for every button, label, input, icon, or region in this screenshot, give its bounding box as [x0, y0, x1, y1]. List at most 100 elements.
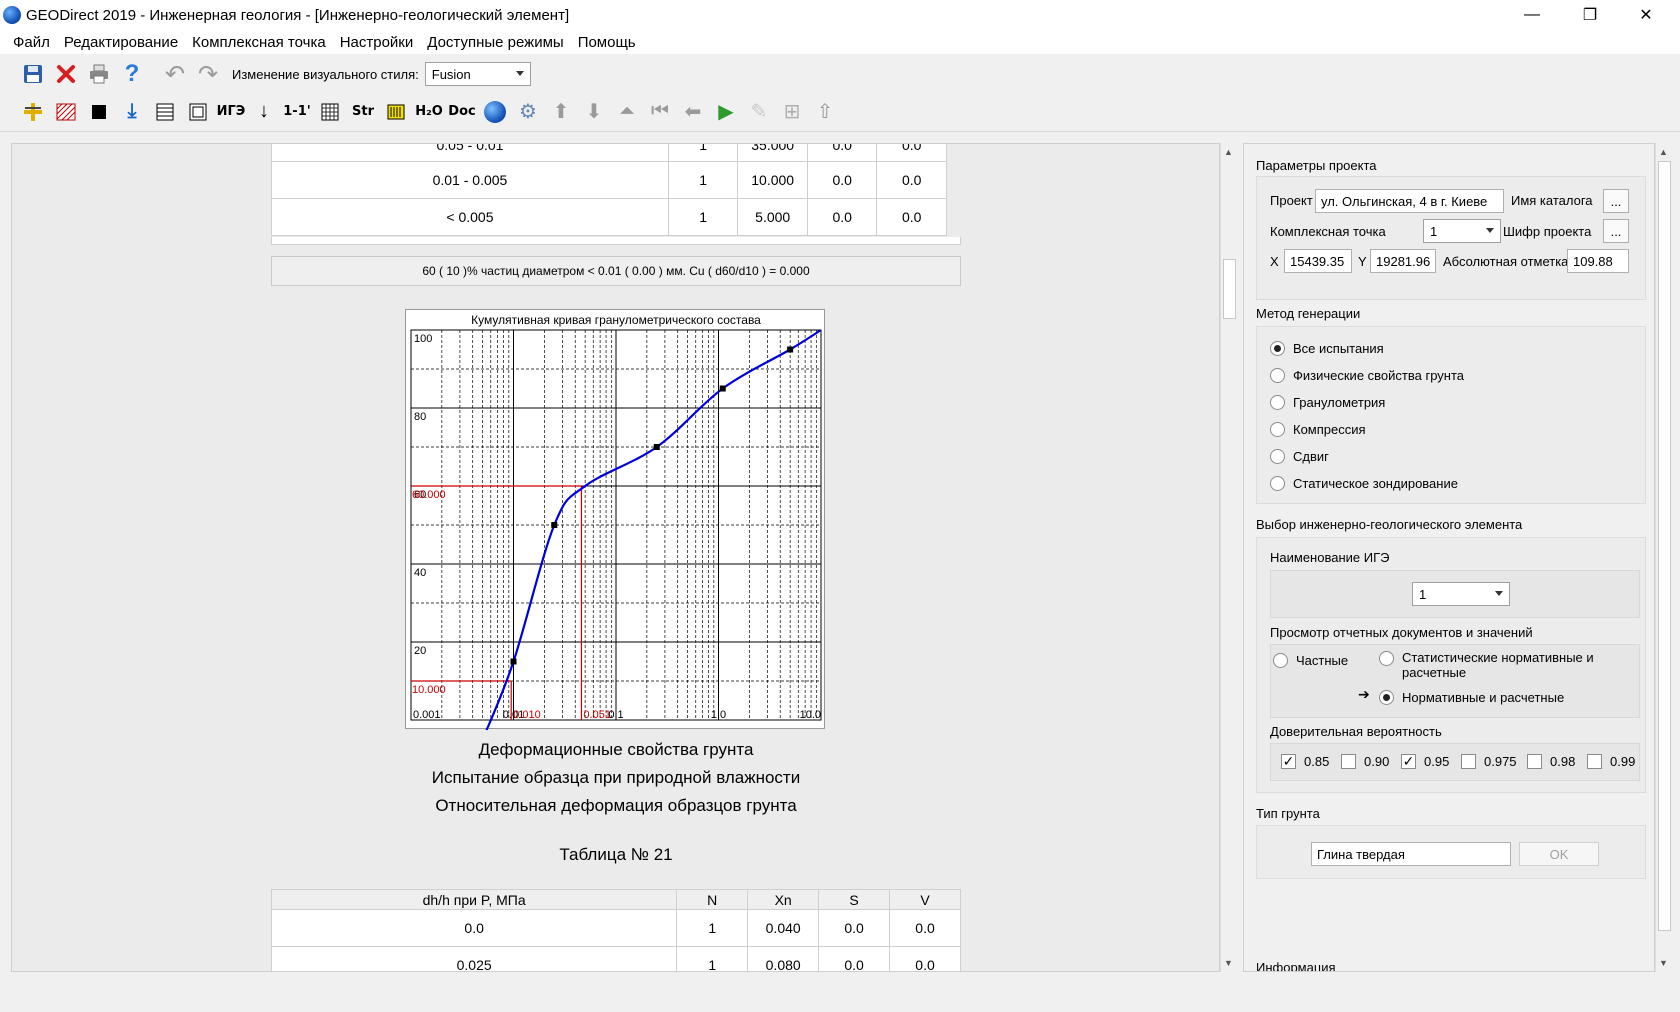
grid-icon[interactable]	[315, 97, 345, 127]
layer-icon[interactable]	[84, 97, 114, 127]
table-bottom	[271, 237, 961, 245]
project-code-label: Шифр проекта	[1503, 224, 1592, 239]
structure-icon[interactable]: ⊞	[777, 97, 807, 127]
radio-granulometry[interactable]: Гранулометрия	[1270, 395, 1385, 410]
scroll-up-icon[interactable]: ▲	[1224, 147, 1233, 157]
list-icon[interactable]	[150, 97, 180, 127]
table-header-row: dh/h при P, МПа N Xn S V	[270, 889, 961, 910]
scroll-down-icon[interactable]: ▼	[1659, 958, 1668, 968]
radio-label: Частные	[1296, 653, 1349, 668]
scroll-down-icon[interactable]: ▼	[1224, 958, 1233, 968]
catalog-browse-button[interactable]: ...	[1603, 189, 1629, 213]
ige-select-group: Наименование ИГЭ 1 Просмотр отчетных док…	[1256, 537, 1646, 793]
d10-x-label: 0.010	[513, 709, 541, 721]
project-code-button[interactable]: ...	[1603, 219, 1629, 243]
first-icon[interactable]: ⏮	[645, 97, 675, 127]
radio-partial[interactable]: Частные	[1273, 653, 1348, 668]
checkbox-098[interactable]: 0.98	[1527, 754, 1575, 769]
checkbox-085[interactable]: ✓ 0.85	[1281, 754, 1329, 769]
radio-shear[interactable]: Сдвиг	[1270, 449, 1329, 464]
upload-icon[interactable]: ⇧	[810, 97, 840, 127]
ige-name-label: Наименование ИГЭ	[1270, 550, 1390, 565]
radio-dot	[1270, 476, 1285, 491]
data-point	[787, 346, 794, 353]
radio-dot	[1270, 422, 1285, 437]
soil-type-field[interactable]: Глина твердая	[1311, 842, 1511, 866]
close-window-button[interactable]: ✕	[1618, 0, 1674, 30]
project-params-group: Проект ул. Ольгинская, 4 в г. Киеве Имя …	[1256, 176, 1646, 300]
complex-point-label: Комплексная точка	[1270, 224, 1386, 239]
scroll-thumb[interactable]	[1658, 161, 1671, 931]
ige-select-title: Выбор инженерно-геологического элемента	[1256, 517, 1523, 532]
delete-icon[interactable]	[51, 59, 81, 89]
checkbox-095[interactable]: ✓ 0.95	[1401, 754, 1449, 769]
table-icon[interactable]	[183, 97, 213, 127]
radio-all-tests[interactable]: Все испытания	[1270, 341, 1384, 356]
gear-icon[interactable]: ⚙	[513, 97, 543, 127]
table-cell: 1	[667, 198, 739, 236]
move-top-icon[interactable]: ⏶	[612, 97, 642, 127]
menu-modes[interactable]: Доступные режимы	[420, 34, 570, 51]
undo-icon[interactable]: ↶	[160, 59, 190, 89]
d60-label: 60.000	[412, 489, 446, 501]
checkbox-0975[interactable]: 0.975	[1461, 754, 1517, 769]
report-scrollbar[interactable]: ▲ ▼	[1220, 143, 1237, 972]
ok-button[interactable]: OK	[1519, 842, 1599, 866]
scale-icon[interactable]	[381, 97, 411, 127]
radio-normative[interactable]: Нормативные и расчетные	[1379, 690, 1564, 705]
menu-edit[interactable]: Редактирование	[57, 34, 185, 51]
y-coordinate-field[interactable]: 19281.96	[1370, 249, 1436, 273]
globe-icon[interactable]	[480, 97, 510, 127]
abs-elevation-field[interactable]: 109.88	[1567, 249, 1629, 273]
radio-statistical[interactable]: Статистические нормативные и расчетные	[1379, 650, 1602, 680]
add-point-icon[interactable]	[18, 97, 48, 127]
radio-physical[interactable]: Физические свойства грунта	[1270, 368, 1464, 383]
table-cell: 1	[676, 909, 749, 947]
table-cell: 0.0	[818, 909, 891, 947]
table-cell: 1	[667, 161, 739, 199]
gen-method-group: Все испытания Физические свойства грунта…	[1256, 326, 1646, 504]
maximize-button[interactable]: ❐	[1562, 0, 1618, 30]
play-icon[interactable]: ▶	[711, 97, 741, 127]
download-icon[interactable]: ⤓	[117, 97, 147, 127]
menu-help[interactable]: Помощь	[571, 34, 643, 51]
visual-style-select[interactable]: Fusion	[424, 62, 531, 86]
panel-scrollbar[interactable]: ▲ ▼	[1655, 143, 1672, 972]
pencil-icon[interactable]: ✎	[744, 97, 774, 127]
report-view[interactable]: 0.05 - 0.01 1 35.000 0.0 0.0 0.01 - 0.00…	[11, 143, 1220, 972]
checkbox-099[interactable]: 0.99	[1587, 754, 1635, 769]
hatch-icon[interactable]	[51, 97, 81, 127]
project-field[interactable]: ул. Ольгинская, 4 в г. Киеве	[1315, 189, 1504, 213]
scroll-thumb[interactable]	[1223, 259, 1236, 319]
checkbox-090[interactable]: 0.90	[1341, 754, 1389, 769]
table-row: 0.0 1 0.040 0.0 0.0	[270, 909, 961, 947]
menu-file[interactable]: Файл	[6, 34, 57, 51]
section-button[interactable]: 1-1'	[282, 97, 312, 127]
ige-button[interactable]: ИГЭ	[216, 97, 246, 127]
h2o-button[interactable]: H₂O	[414, 97, 444, 127]
menu-bar: Файл Редактирование Комплексная точка На…	[0, 30, 1680, 54]
radio-compression[interactable]: Компрессия	[1270, 422, 1366, 437]
minimize-button[interactable]: —	[1504, 0, 1560, 30]
menu-settings[interactable]: Настройки	[333, 34, 421, 51]
ige-name-select[interactable]: 1	[1412, 582, 1510, 606]
scroll-up-icon[interactable]: ▲	[1659, 147, 1668, 157]
menu-complex-point[interactable]: Комплексная точка	[185, 34, 333, 51]
str-button[interactable]: Str	[348, 97, 378, 127]
radio-static-probing[interactable]: Статическое зондирование	[1270, 476, 1458, 491]
table-cell: 0.0	[806, 161, 878, 199]
x-coordinate-field[interactable]: 15439.35	[1284, 249, 1352, 273]
doc-button[interactable]: Doc	[447, 97, 477, 127]
save-icon[interactable]	[18, 59, 48, 89]
arrow-down-icon[interactable]: ↓	[249, 97, 279, 127]
complex-point-value: 1	[1430, 223, 1438, 239]
print-icon[interactable]	[84, 59, 114, 89]
arrow-down-gray-icon[interactable]: ⬇	[579, 97, 609, 127]
help-icon[interactable]: ?	[117, 59, 147, 89]
back-icon[interactable]: ⬅	[678, 97, 708, 127]
arrow-up-icon[interactable]: ⬆	[546, 97, 576, 127]
complex-point-select[interactable]: 1	[1423, 219, 1501, 243]
redo-icon[interactable]: ↷	[193, 59, 223, 89]
table-cell: 0.040	[747, 909, 820, 947]
granulometry-chart: Кумулятивная кривая гранулометрического …	[405, 309, 825, 732]
